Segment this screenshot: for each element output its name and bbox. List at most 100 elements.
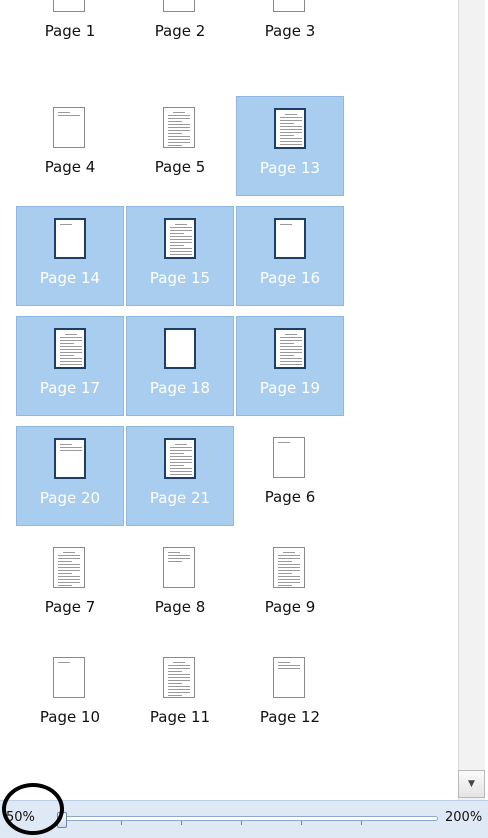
zoom-slider-track[interactable] (60, 816, 438, 825)
preview-text-line (278, 564, 300, 565)
page-thumbnail[interactable]: Page 12 (236, 646, 344, 746)
page-preview-image (53, 0, 85, 12)
page-label: Page 1 (44, 22, 96, 40)
page-preview-image (54, 438, 86, 479)
preview-text-line (58, 561, 72, 562)
preview-text-line (168, 558, 190, 559)
page-thumbnail[interactable]: Page 9 (236, 536, 344, 636)
preview-text-line (168, 121, 182, 122)
preview-text-line (285, 114, 297, 115)
page-label: Page 11 (149, 708, 211, 726)
preview-text-line (170, 450, 192, 451)
preview-text-line (168, 142, 190, 143)
preview-text-line (280, 349, 302, 350)
preview-text-line (168, 561, 182, 562)
preview-text-line (168, 133, 182, 134)
page-thumbnail[interactable]: Page 8 (126, 536, 234, 636)
preview-text-line (58, 564, 80, 565)
page-thumbnail[interactable]: Page 10 (16, 646, 124, 746)
preview-text-line (168, 686, 190, 687)
page-preview-image (163, 657, 195, 698)
preview-text-line (280, 138, 302, 139)
page-thumbnail[interactable]: Page 2 (126, 0, 234, 60)
preview-text-line (168, 689, 190, 690)
vertical-scrollbar[interactable] (458, 0, 485, 800)
preview-text-line (170, 257, 184, 258)
preview-text-line (280, 352, 302, 353)
preview-text-line (280, 123, 294, 124)
page-thumbnail[interactable]: Page 20 (16, 426, 124, 526)
preview-text-line (168, 118, 190, 119)
preview-text-line (168, 683, 182, 684)
preview-text-line (170, 468, 192, 469)
page-label: Page 9 (264, 598, 316, 616)
page-label: Page 2 (154, 22, 206, 40)
preview-text-line (60, 340, 82, 341)
page-thumbnail[interactable]: Page 4 (16, 96, 124, 196)
preview-text-line (60, 343, 74, 344)
page-preview-image (164, 328, 196, 369)
preview-text-line (168, 145, 182, 146)
preview-text-line (278, 570, 300, 571)
page-preview-image (163, 107, 195, 148)
preview-text-line (58, 558, 80, 559)
page-label: Page 4 (44, 158, 96, 176)
page-preview-image (54, 328, 86, 369)
page-thumbnail[interactable]: Page 17 (16, 316, 124, 416)
page-thumbnail[interactable]: Page 16 (236, 206, 344, 306)
preview-text-line (280, 224, 292, 225)
page-thumbnail[interactable]: Page 21 (126, 426, 234, 526)
preview-text-line (168, 552, 180, 553)
preview-text-line (168, 124, 190, 125)
page-label: Page 16 (259, 269, 321, 287)
preview-text-line (60, 358, 82, 359)
page-preview-image (273, 657, 305, 698)
preview-text-line (278, 668, 300, 669)
page-thumbnail[interactable]: Page 15 (126, 206, 234, 306)
page-thumbnail[interactable]: Page 11 (126, 646, 234, 746)
zoom-tick (181, 821, 182, 825)
page-label: Page 20 (39, 489, 101, 507)
preview-text-line (168, 680, 190, 681)
annotation-circle (2, 783, 64, 835)
preview-text-line (58, 567, 80, 568)
zoom-tick (361, 821, 362, 825)
preview-text-line (60, 224, 72, 225)
page-label: Page 21 (149, 489, 211, 507)
page-label: Page 6 (264, 488, 316, 506)
preview-text-line (280, 364, 302, 365)
preview-text-line (170, 227, 192, 228)
page-thumbnail[interactable]: Page 6 (236, 426, 344, 526)
preview-text-line (58, 662, 70, 663)
preview-text-line (280, 337, 302, 338)
page-thumbnail[interactable]: Page 1 (16, 0, 124, 60)
page-thumbnail[interactable]: Page 3 (236, 0, 344, 60)
page-thumbnail[interactable]: Page 18 (126, 316, 234, 416)
preview-text-line (60, 355, 74, 356)
page-thumbnail[interactable]: Page 13 (236, 96, 344, 196)
page-thumbnail[interactable]: Page 19 (236, 316, 344, 416)
preview-text-line (60, 349, 82, 350)
page-thumbnail[interactable]: Page 7 (16, 536, 124, 636)
page-thumbnail[interactable]: Page 5 (126, 96, 234, 196)
preview-text-line (60, 361, 82, 362)
page-label: Page 12 (259, 708, 321, 726)
preview-text-line (280, 144, 302, 145)
page-label: Page 10 (39, 708, 101, 726)
page-preview-image (53, 657, 85, 698)
page-preview-image (273, 437, 305, 478)
preview-text-line (170, 453, 184, 454)
preview-text-line (58, 579, 80, 580)
preview-text-line (278, 555, 300, 556)
preview-text-line (170, 254, 192, 255)
preview-text-line (280, 355, 294, 356)
preview-text-line (175, 444, 187, 445)
preview-text-line (170, 230, 192, 231)
page-preview-image (274, 218, 306, 259)
scroll-down-button[interactable]: ▼ (458, 770, 485, 798)
page-thumbnail[interactable]: Page 14 (16, 206, 124, 306)
preview-text-line (58, 115, 80, 116)
preview-text-line (168, 115, 190, 116)
page-label: Page 19 (259, 379, 321, 397)
preview-text-line (285, 334, 297, 335)
